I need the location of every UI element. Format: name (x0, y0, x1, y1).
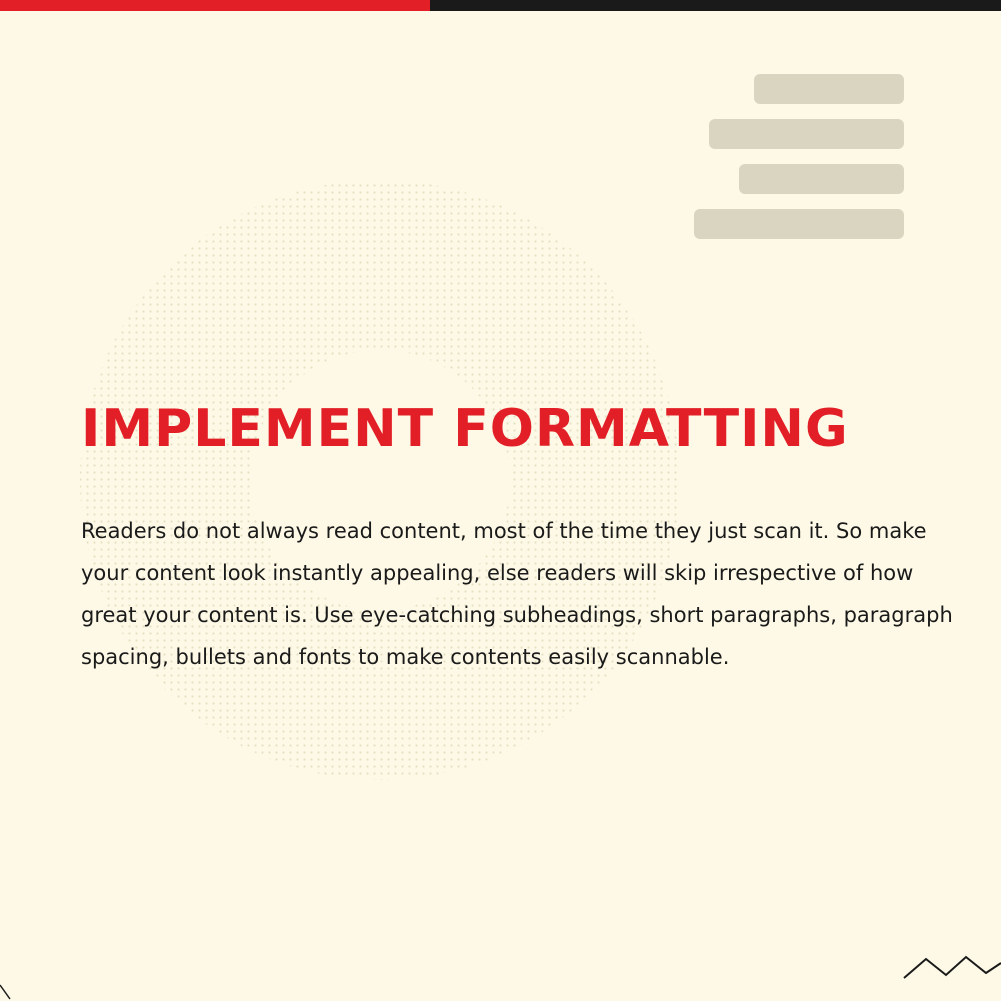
text-lines-decoration (0, 0, 1001, 260)
body-paragraph: Readers do not always read content, most… (81, 519, 953, 669)
corner-line-decoration (0, 984, 11, 1000)
deco-line-4 (694, 209, 904, 239)
zigzag-decoration (903, 955, 1001, 979)
page-title: IMPLEMENT FORMATTING (81, 399, 849, 459)
deco-line-2 (709, 119, 904, 149)
deco-line-3 (739, 164, 904, 194)
deco-line-1 (754, 74, 904, 104)
